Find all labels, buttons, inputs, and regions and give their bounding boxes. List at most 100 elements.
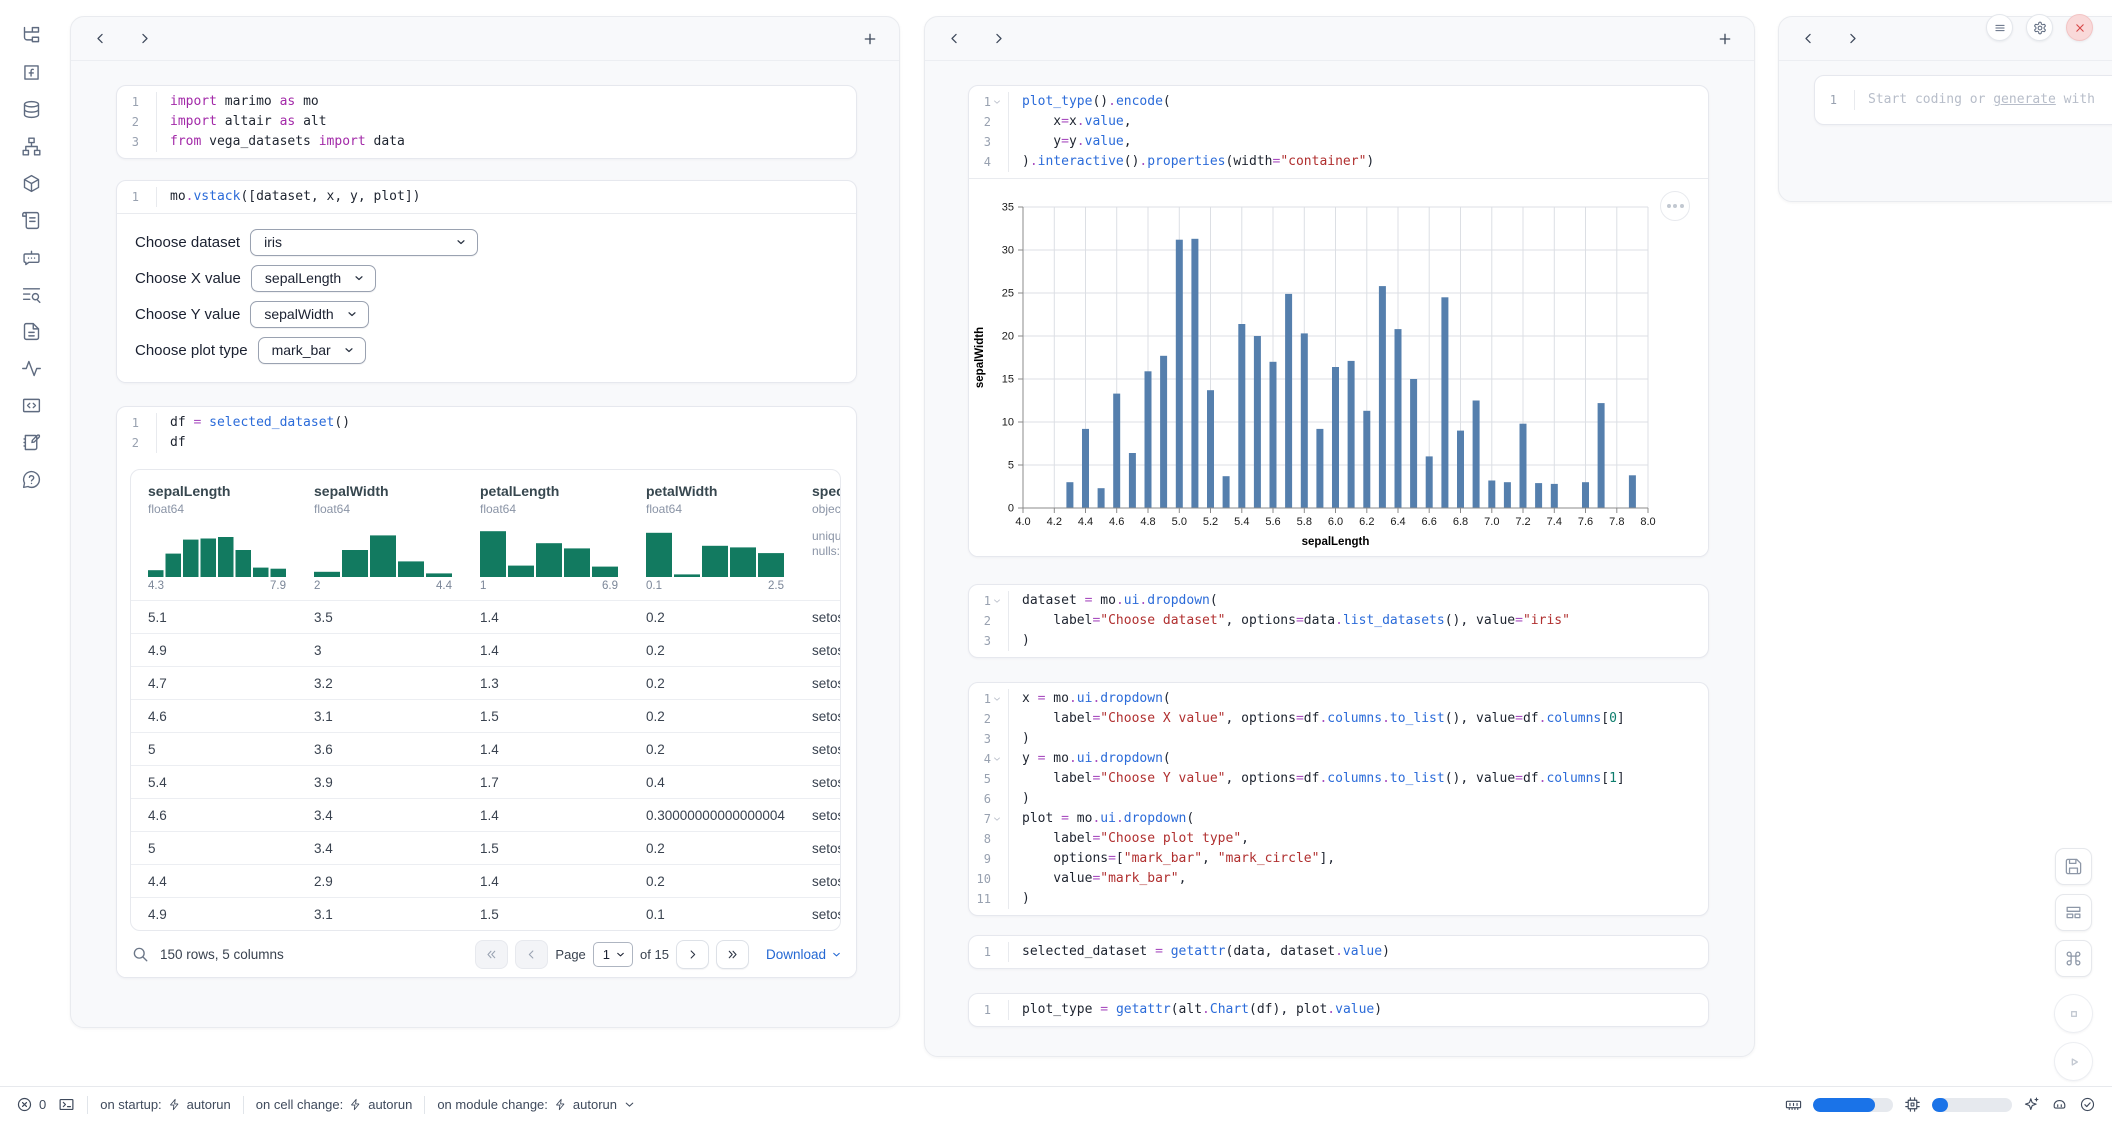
next-page-button[interactable] <box>676 940 709 969</box>
gutter: 1234 <box>969 92 1009 172</box>
collapse-chevron[interactable] <box>992 754 1003 765</box>
code-editor[interactable]: 123import marimo as moimport altair as a… <box>117 86 856 158</box>
sidebar-item-file-tree[interactable] <box>20 24 42 46</box>
sidebar-item-code-snippet[interactable] <box>20 394 42 416</box>
close-x-button[interactable] <box>2066 14 2093 41</box>
line-number: 5 <box>969 769 1008 789</box>
search-button[interactable] <box>131 945 150 964</box>
collapse-chevron[interactable] <box>992 596 1003 607</box>
table-column-header[interactable]: sepalWidth float6424.4 <box>297 482 463 592</box>
code-editor[interactable]: 123dataset = mo.ui.dropdown( label="Choo… <box>969 585 1708 657</box>
code-editor[interactable]: 1234plot_type().encode( x=x.value, y=y.v… <box>969 86 1708 178</box>
copilot-button[interactable] <box>2051 1096 2068 1113</box>
dropdown-select[interactable]: sepalLength <box>251 265 376 292</box>
table-cell: 4.9 <box>131 907 297 922</box>
sidebar-item-function-square[interactable] <box>20 61 42 83</box>
chevron-left-icon <box>947 31 962 46</box>
table-cell: setos <box>795 808 841 823</box>
sidebar-item-document[interactable] <box>20 320 42 342</box>
add-cell-button[interactable] <box>1712 26 1738 52</box>
code-editor[interactable]: 1234567891011x = mo.ui.dropdown( label="… <box>969 683 1708 915</box>
table-row: 4.63.11.50.2setos <box>131 699 840 732</box>
altair-bar-chart[interactable]: 4.04.24.44.64.85.05.25.45.65.86.06.26.46… <box>969 185 1709 551</box>
runtime-config-0[interactable]: on startup:autorun <box>100 1097 231 1112</box>
download-button[interactable]: Download <box>766 947 842 962</box>
sidebar-item-sitemap[interactable] <box>20 135 42 157</box>
svg-text:20: 20 <box>1002 331 1014 343</box>
sidebar-item-activity[interactable] <box>20 357 42 379</box>
dropdown-select[interactable]: mark_bar <box>258 337 366 364</box>
panel-forward-button[interactable] <box>985 26 1011 52</box>
runtime-config-2[interactable]: on module change:autorun <box>437 1097 636 1112</box>
table-column-header[interactable]: speci objecuniqunulls: <box>795 482 841 592</box>
last-page-button[interactable] <box>716 940 749 969</box>
layout-button[interactable] <box>2055 894 2092 931</box>
gear-button[interactable] <box>2026 14 2053 41</box>
save-button[interactable] <box>2055 848 2092 885</box>
errors-button[interactable] <box>16 1096 33 1113</box>
svg-text:5.8: 5.8 <box>1297 516 1312 528</box>
dropdown-select[interactable]: sepalWidth <box>250 301 368 328</box>
line-number: 1 <box>969 591 1008 611</box>
bolt-icon <box>349 1098 362 1111</box>
table-column-header[interactable]: sepalLength float644.37.9 <box>131 482 297 592</box>
hist-max: 4.4 <box>436 580 452 592</box>
code-line: y = mo.ui.dropdown( <box>1022 749 1708 769</box>
table-cell: 1.4 <box>463 808 629 823</box>
sidebar-item-package-box[interactable] <box>20 172 42 194</box>
command-button[interactable] <box>2055 940 2092 977</box>
runtime-config-1[interactable]: on cell change:autorun <box>256 1097 413 1112</box>
control-row: Choose dataset iris <box>135 228 838 256</box>
code-editor[interactable]: 1plot_type = getattr(alt.Chart(df), plot… <box>969 994 1708 1026</box>
panel-back-button[interactable] <box>87 26 113 52</box>
collapse-chevron[interactable] <box>992 694 1003 705</box>
table-column-header[interactable]: petalWidth float640.12.5 <box>629 482 795 592</box>
sidebar-item-notebook-pen[interactable] <box>20 431 42 453</box>
code-editor[interactable]: 1selected_dataset = getattr(data, datase… <box>969 936 1708 968</box>
dropdown-select[interactable]: iris <box>250 229 478 256</box>
ai-sparkles-button[interactable] <box>2023 1096 2040 1113</box>
sidebar-item-help-chat[interactable] <box>20 468 42 490</box>
chart-actions-button[interactable] <box>1660 191 1690 221</box>
code-editor[interactable]: 1 Start coding or generate with <box>1815 76 2112 124</box>
stop-square-button[interactable] <box>2054 994 2093 1033</box>
sidebar-item-scroll[interactable] <box>20 209 42 231</box>
svg-text:8.0: 8.0 <box>1640 516 1655 528</box>
collapse-chevron[interactable] <box>992 97 1003 108</box>
connection-status-button[interactable] <box>2079 1096 2096 1113</box>
table-row: 5.43.91.70.4setos <box>131 765 840 798</box>
cell-new: 1 Start coding or generate with <box>1814 75 2112 125</box>
ram-icon <box>1785 1096 1802 1113</box>
play-triangle-button[interactable] <box>2054 1042 2093 1081</box>
prev-page-button[interactable] <box>515 940 548 969</box>
add-cell-button[interactable] <box>857 26 883 52</box>
sidebar <box>0 0 62 1080</box>
panel-back-button[interactable] <box>941 26 967 52</box>
sidebar-item-search-list[interactable] <box>20 283 42 305</box>
panel-forward-button[interactable] <box>1839 26 1865 52</box>
menu-button[interactable] <box>1986 14 2013 41</box>
first-page-button[interactable] <box>475 940 508 969</box>
generate-link[interactable]: generate <box>1993 92 2056 107</box>
collapse-chevron[interactable] <box>992 814 1003 825</box>
sidebar-item-chat-bot[interactable] <box>20 246 42 268</box>
panel-forward-button[interactable] <box>131 26 157 52</box>
plus-icon <box>1717 31 1733 47</box>
code-line: x=x.value, <box>1022 112 1708 132</box>
table-cell: setos <box>795 874 841 889</box>
terminal-button[interactable] <box>58 1096 75 1113</box>
chat-bot-icon <box>21 247 42 268</box>
code-editor[interactable]: 1mo.vstack([dataset, x, y, plot]) <box>117 181 856 213</box>
dropdown-label: Choose dataset <box>135 234 240 251</box>
chart-output: 4.04.24.44.64.85.05.25.45.65.86.06.26.46… <box>969 178 1708 556</box>
panel-back-button[interactable] <box>1795 26 1821 52</box>
sidebar-item-database[interactable] <box>20 98 42 120</box>
svg-text:25: 25 <box>1002 288 1014 300</box>
page-select[interactable]: 1 <box>593 942 633 967</box>
table-column-header[interactable]: petalLength float6416.9 <box>463 482 629 592</box>
code-editor[interactable]: 12df = selected_dataset()df <box>117 407 856 459</box>
column-name: petalWidth <box>646 482 795 500</box>
menu-icon <box>1993 21 2007 35</box>
marimo-app: 123import marimo as moimport altair as a… <box>0 0 2112 1122</box>
hist-min: 4.3 <box>148 580 164 592</box>
